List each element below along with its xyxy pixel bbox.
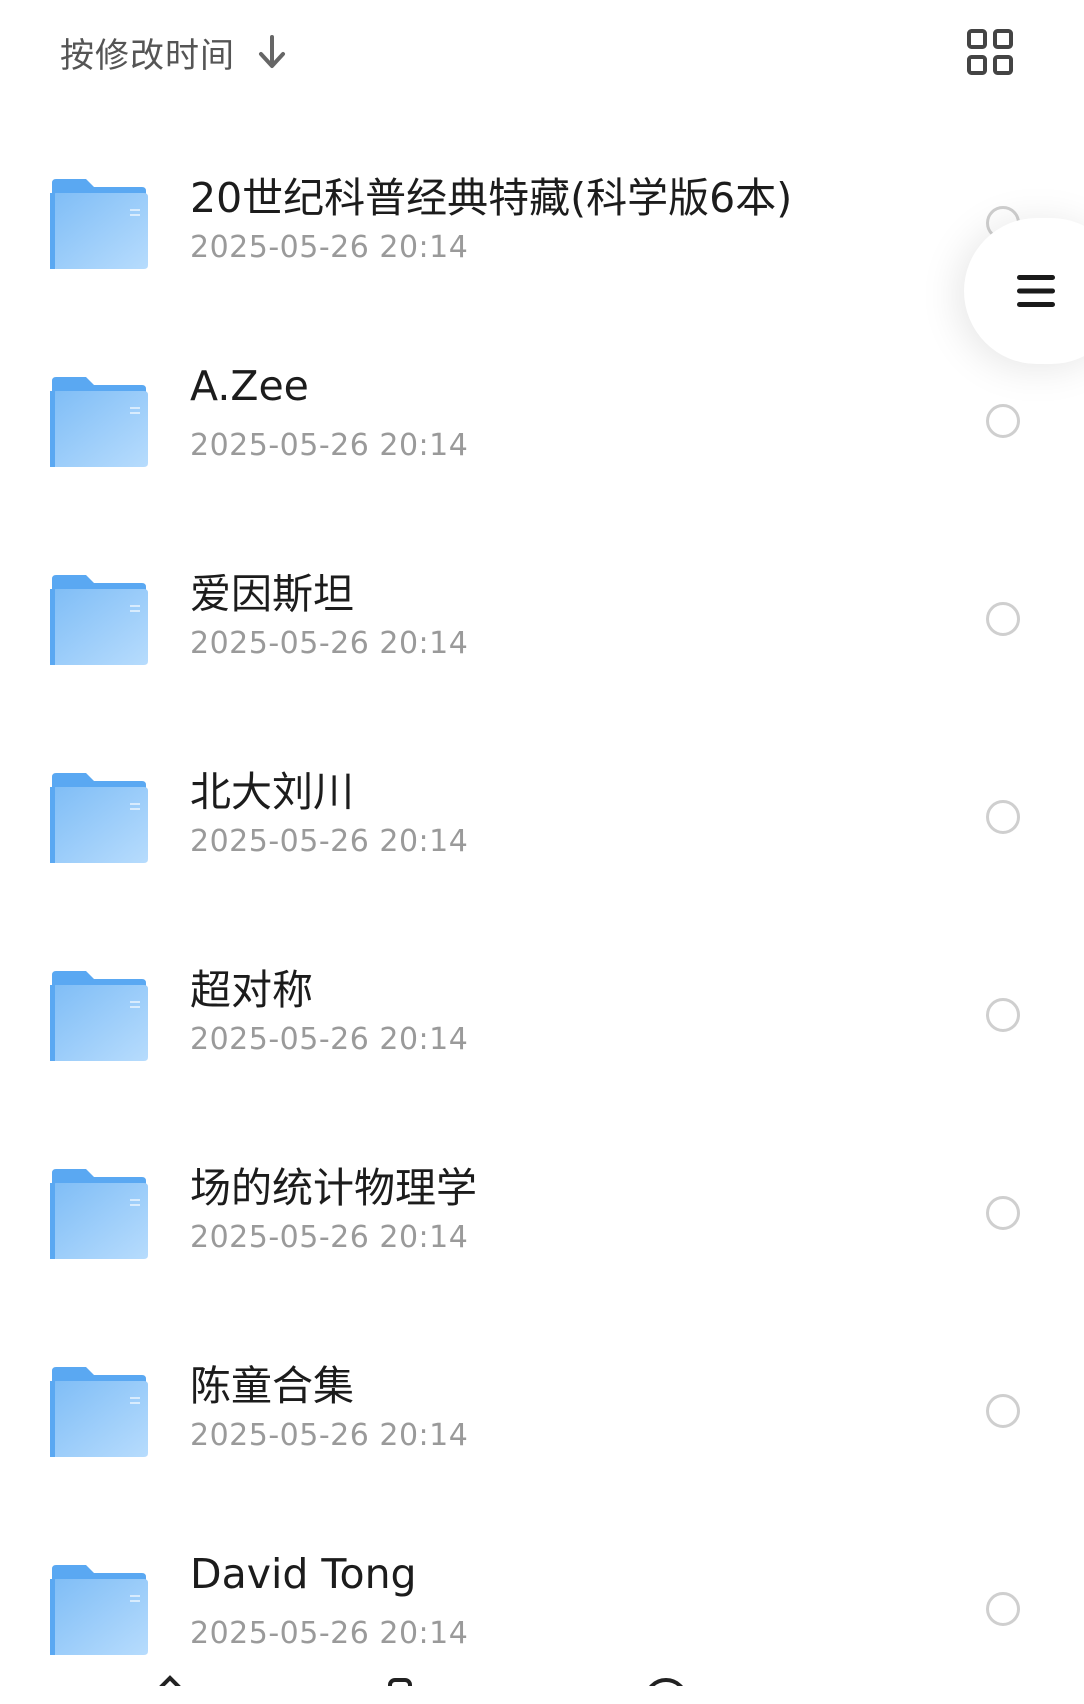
folder-icon xyxy=(50,573,148,665)
file-list-item[interactable]: 陈童合集 2025-05-26 20:14 xyxy=(0,1308,1084,1506)
folder-icon xyxy=(50,771,148,863)
hamburger-menu-icon xyxy=(1017,273,1055,309)
grid-view-icon[interactable] xyxy=(966,28,1014,76)
select-radio-button[interactable] xyxy=(986,1394,1020,1428)
file-modified-date: 2025-05-26 20:14 xyxy=(190,1616,469,1651)
file-list-item[interactable]: 爱因斯坦 2025-05-26 20:14 xyxy=(0,516,1084,714)
home-icon[interactable] xyxy=(150,1674,190,1686)
file-name: 北大刘川 xyxy=(190,768,354,816)
file-modified-date: 2025-05-26 20:14 xyxy=(190,1220,469,1255)
file-list-item[interactable]: 超对称 2025-05-26 20:14 xyxy=(0,912,1084,1110)
file-list: 20世纪科普经典特藏(科学版6本) 2025-05-26 20:14 A.Zee 20… xyxy=(0,120,1084,1704)
file-list-item[interactable]: A.Zee 2025-05-26 20:14 xyxy=(0,318,1084,516)
arrow-down-icon xyxy=(255,32,289,72)
file-name: 超对称 xyxy=(190,966,313,1014)
file-list-item[interactable]: 场的统计物理学 2025-05-26 20:14 xyxy=(0,1110,1084,1308)
profile-icon[interactable] xyxy=(646,1674,686,1686)
file-name: 陈童合集 xyxy=(190,1362,354,1410)
phone-icon[interactable] xyxy=(380,1674,420,1686)
file-modified-date: 2025-05-26 20:14 xyxy=(190,230,469,265)
sort-by-modified-time-button[interactable]: 按修改时间 xyxy=(60,26,289,78)
file-list-item[interactable]: 北大刘川 2025-05-26 20:14 xyxy=(0,714,1084,912)
folder-icon xyxy=(50,1365,148,1457)
file-modified-date: 2025-05-26 20:14 xyxy=(190,1022,469,1057)
folder-icon xyxy=(50,969,148,1061)
folder-icon xyxy=(50,1167,148,1259)
folder-icon xyxy=(50,1563,148,1655)
select-radio-button[interactable] xyxy=(986,602,1020,636)
file-name: 20世纪科普经典特藏(科学版6本) xyxy=(190,174,793,222)
folder-icon xyxy=(50,177,148,269)
select-radio-button[interactable] xyxy=(986,1592,1020,1626)
file-name: David Tong xyxy=(190,1550,417,1598)
bottom-navigation-peek xyxy=(0,1670,1084,1686)
file-modified-date: 2025-05-26 20:14 xyxy=(190,428,469,463)
select-radio-button[interactable] xyxy=(986,404,1020,438)
select-radio-button[interactable] xyxy=(986,800,1020,834)
file-list-item[interactable]: 20世纪科普经典特藏(科学版6本) 2025-05-26 20:14 xyxy=(0,120,1084,318)
folder-icon xyxy=(50,375,148,467)
select-radio-button[interactable] xyxy=(986,1196,1020,1230)
file-modified-date: 2025-05-26 20:14 xyxy=(190,824,469,859)
sort-bar: 按修改时间 xyxy=(0,0,1084,110)
sort-label: 按修改时间 xyxy=(60,35,235,76)
file-modified-date: 2025-05-26 20:14 xyxy=(190,1418,469,1453)
select-radio-button[interactable] xyxy=(986,998,1020,1032)
file-name: 爱因斯坦 xyxy=(190,570,354,618)
file-name: 场的统计物理学 xyxy=(190,1164,477,1212)
file-modified-date: 2025-05-26 20:14 xyxy=(190,626,469,661)
file-name: A.Zee xyxy=(190,362,309,410)
